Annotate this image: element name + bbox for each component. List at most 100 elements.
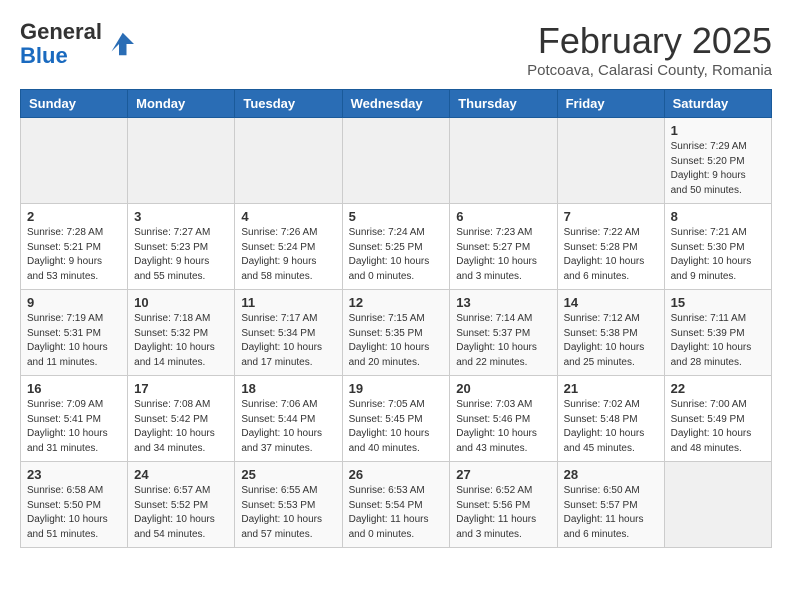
- day-info: Sunrise: 7:18 AM Sunset: 5:32 PM Dayligh…: [134, 312, 228, 370]
- day-number: 25: [241, 467, 335, 482]
- day-info: Sunrise: 7:14 AM Sunset: 5:37 PM Dayligh…: [456, 312, 550, 370]
- weekday-header: Monday: [128, 90, 235, 118]
- calendar-cell: 4 Sunrise: 7:26 AM Sunset: 5:24 PM Daylig…: [235, 204, 342, 290]
- calendar-cell: [342, 118, 450, 204]
- day-number: 11: [241, 295, 335, 310]
- day-number: 17: [134, 381, 228, 396]
- calendar-cell: 11 Sunrise: 7:17 AM Sunset: 5:34 PM Dayli…: [235, 290, 342, 376]
- calendar-cell: 20 Sunrise: 7:03 AM Sunset: 5:46 PM Dayli…: [450, 376, 557, 462]
- day-number: 19: [349, 381, 444, 396]
- day-info: Sunrise: 7:05 AM Sunset: 5:45 PM Dayligh…: [349, 398, 444, 456]
- calendar-header-row: SundayMondayTuesdayWednesdayThursdayFrid…: [21, 90, 772, 118]
- day-number: 24: [134, 467, 228, 482]
- calendar-cell: 5 Sunrise: 7:24 AM Sunset: 5:25 PM Daylig…: [342, 204, 450, 290]
- day-info: Sunrise: 6:58 AM Sunset: 5:50 PM Dayligh…: [27, 484, 121, 542]
- calendar-cell: 16 Sunrise: 7:09 AM Sunset: 5:41 PM Dayli…: [21, 376, 128, 462]
- day-info: Sunrise: 7:29 AM Sunset: 5:20 PM Dayligh…: [671, 140, 765, 198]
- weekday-header: Tuesday: [235, 90, 342, 118]
- calendar-cell: 9Sunrise: 7:19 AM Sunset: 5:31 PM Daylig…: [21, 290, 128, 376]
- calendar-cell: 1 Sunrise: 7:29 AM Sunset: 5:20 PM Daylig…: [664, 118, 771, 204]
- calendar-cell: 19 Sunrise: 7:05 AM Sunset: 5:45 PM Dayli…: [342, 376, 450, 462]
- logo-blue: Blue: [20, 43, 68, 68]
- day-number: 4: [241, 209, 335, 224]
- location-subtitle: Potcoava, Calarasi County, Romania: [527, 62, 772, 79]
- weekday-header: Sunday: [21, 90, 128, 118]
- day-number: 12: [349, 295, 444, 310]
- calendar-cell: 12 Sunrise: 7:15 AM Sunset: 5:35 PM Dayli…: [342, 290, 450, 376]
- day-info: Sunrise: 7:09 AM Sunset: 5:41 PM Dayligh…: [27, 398, 121, 456]
- day-info: Sunrise: 7:06 AM Sunset: 5:44 PM Dayligh…: [241, 398, 335, 456]
- day-info: Sunrise: 7:00 AM Sunset: 5:49 PM Dayligh…: [671, 398, 765, 456]
- calendar-cell: 22 Sunrise: 7:00 AM Sunset: 5:49 PM Dayli…: [664, 376, 771, 462]
- day-number: 10: [134, 295, 228, 310]
- day-info: Sunrise: 7:28 AM Sunset: 5:21 PM Dayligh…: [27, 226, 121, 284]
- weekday-header: Saturday: [664, 90, 771, 118]
- logo-icon: [104, 29, 134, 59]
- day-number: 23: [27, 467, 121, 482]
- day-number: 28: [564, 467, 658, 482]
- day-info: Sunrise: 7:11 AM Sunset: 5:39 PM Dayligh…: [671, 312, 765, 370]
- calendar-cell: 7Sunrise: 7:22 AM Sunset: 5:28 PM Daylig…: [557, 204, 664, 290]
- day-number: 8: [671, 209, 765, 224]
- calendar-cell: [235, 118, 342, 204]
- weekday-header: Thursday: [450, 90, 557, 118]
- calendar-cell: 8 Sunrise: 7:21 AM Sunset: 5:30 PM Daylig…: [664, 204, 771, 290]
- day-info: Sunrise: 7:26 AM Sunset: 5:24 PM Dayligh…: [241, 226, 335, 284]
- day-info: Sunrise: 7:21 AM Sunset: 5:30 PM Dayligh…: [671, 226, 765, 284]
- calendar-cell: 26 Sunrise: 6:53 AM Sunset: 5:54 PM Dayli…: [342, 462, 450, 548]
- day-info: Sunrise: 7:02 AM Sunset: 5:48 PM Dayligh…: [564, 398, 658, 456]
- day-info: Sunrise: 6:53 AM Sunset: 5:54 PM Dayligh…: [349, 484, 444, 542]
- day-number: 13: [456, 295, 550, 310]
- day-number: 1: [671, 123, 765, 138]
- day-info: Sunrise: 7:22 AM Sunset: 5:28 PM Dayligh…: [564, 226, 658, 284]
- calendar-week-row: 9Sunrise: 7:19 AM Sunset: 5:31 PM Daylig…: [21, 290, 772, 376]
- day-info: Sunrise: 6:52 AM Sunset: 5:56 PM Dayligh…: [456, 484, 550, 542]
- calendar-cell: 13 Sunrise: 7:14 AM Sunset: 5:37 PM Dayli…: [450, 290, 557, 376]
- day-number: 14: [564, 295, 658, 310]
- calendar-cell: 10 Sunrise: 7:18 AM Sunset: 5:32 PM Dayli…: [128, 290, 235, 376]
- day-info: Sunrise: 6:57 AM Sunset: 5:52 PM Dayligh…: [134, 484, 228, 542]
- calendar-cell: [21, 118, 128, 204]
- calendar-cell: 28 Sunrise: 6:50 AM Sunset: 5:57 PM Dayli…: [557, 462, 664, 548]
- day-number: 9: [27, 295, 121, 310]
- day-info: Sunrise: 7:15 AM Sunset: 5:35 PM Dayligh…: [349, 312, 444, 370]
- calendar-cell: 21Sunrise: 7:02 AM Sunset: 5:48 PM Dayli…: [557, 376, 664, 462]
- calendar-cell: [450, 118, 557, 204]
- day-info: Sunrise: 6:55 AM Sunset: 5:53 PM Dayligh…: [241, 484, 335, 542]
- calendar-table: SundayMondayTuesdayWednesdayThursdayFrid…: [20, 89, 772, 548]
- logo-general: General: [20, 19, 102, 44]
- day-info: Sunrise: 7:12 AM Sunset: 5:38 PM Dayligh…: [564, 312, 658, 370]
- day-info: Sunrise: 7:03 AM Sunset: 5:46 PM Dayligh…: [456, 398, 550, 456]
- page-header: General Blue February 2025 Potcoava, Cal…: [20, 20, 772, 79]
- day-number: 2: [27, 209, 121, 224]
- day-number: 26: [349, 467, 444, 482]
- calendar-cell: 14 Sunrise: 7:12 AM Sunset: 5:38 PM Dayli…: [557, 290, 664, 376]
- day-number: 16: [27, 381, 121, 396]
- month-title: February 2025: [527, 20, 772, 62]
- calendar-cell: 6Sunrise: 7:23 AM Sunset: 5:27 PM Daylig…: [450, 204, 557, 290]
- day-number: 15: [671, 295, 765, 310]
- day-number: 27: [456, 467, 550, 482]
- logo: General Blue: [20, 20, 134, 68]
- day-number: 20: [456, 381, 550, 396]
- day-number: 18: [241, 381, 335, 396]
- calendar-cell: 3Sunrise: 7:27 AM Sunset: 5:23 PM Daylig…: [128, 204, 235, 290]
- day-number: 22: [671, 381, 765, 396]
- calendar-cell: 24 Sunrise: 6:57 AM Sunset: 5:52 PM Dayli…: [128, 462, 235, 548]
- title-block: February 2025 Potcoava, Calarasi County,…: [527, 20, 772, 79]
- calendar-cell: 23 Sunrise: 6:58 AM Sunset: 5:50 PM Dayli…: [21, 462, 128, 548]
- day-info: Sunrise: 6:50 AM Sunset: 5:57 PM Dayligh…: [564, 484, 658, 542]
- calendar-week-row: 16 Sunrise: 7:09 AM Sunset: 5:41 PM Dayli…: [21, 376, 772, 462]
- calendar-cell: 27 Sunrise: 6:52 AM Sunset: 5:56 PM Dayli…: [450, 462, 557, 548]
- calendar-cell: 18 Sunrise: 7:06 AM Sunset: 5:44 PM Dayli…: [235, 376, 342, 462]
- calendar-cell: 15 Sunrise: 7:11 AM Sunset: 5:39 PM Dayli…: [664, 290, 771, 376]
- day-info: Sunrise: 7:17 AM Sunset: 5:34 PM Dayligh…: [241, 312, 335, 370]
- day-info: Sunrise: 7:08 AM Sunset: 5:42 PM Dayligh…: [134, 398, 228, 456]
- day-number: 5: [349, 209, 444, 224]
- day-info: Sunrise: 7:24 AM Sunset: 5:25 PM Dayligh…: [349, 226, 444, 284]
- calendar-cell: [128, 118, 235, 204]
- calendar-week-row: 1 Sunrise: 7:29 AM Sunset: 5:20 PM Daylig…: [21, 118, 772, 204]
- calendar-week-row: 2 Sunrise: 7:28 AM Sunset: 5:21 PM Daylig…: [21, 204, 772, 290]
- day-info: Sunrise: 7:27 AM Sunset: 5:23 PM Dayligh…: [134, 226, 228, 284]
- weekday-header: Wednesday: [342, 90, 450, 118]
